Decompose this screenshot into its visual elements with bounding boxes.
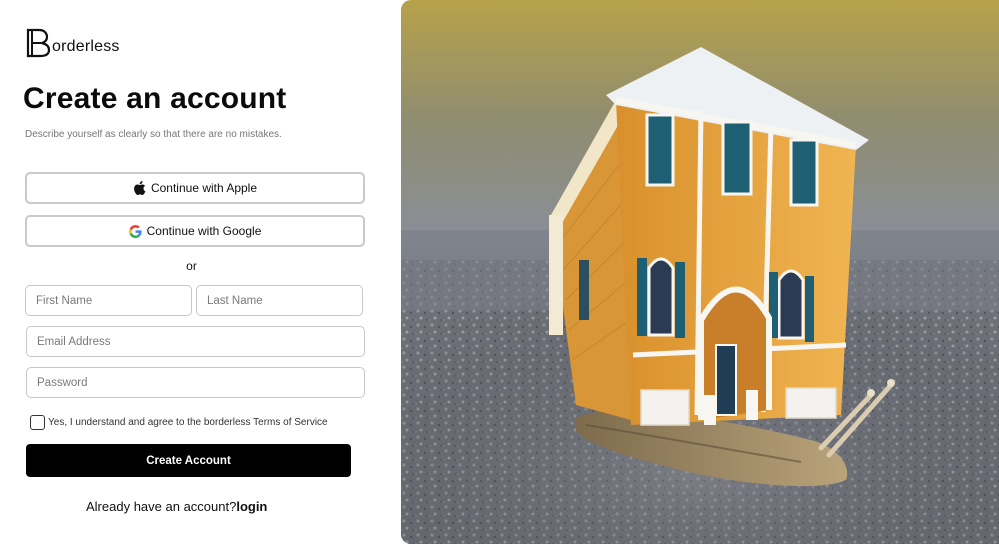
create-account-button[interactable]: Create Account bbox=[26, 444, 351, 477]
snail-house-illustration bbox=[401, 0, 999, 544]
continue-with-apple-button[interactable]: Continue with Apple bbox=[25, 172, 365, 204]
apple-icon bbox=[133, 181, 147, 195]
continue-with-google-button[interactable]: Continue with Google bbox=[25, 215, 365, 247]
brand-name: orderless bbox=[52, 38, 120, 55]
hero-image bbox=[401, 0, 999, 544]
or-divider: or bbox=[186, 259, 197, 273]
terms-checkbox[interactable] bbox=[30, 415, 45, 430]
email-input[interactable] bbox=[26, 326, 365, 357]
page-title: Create an account bbox=[23, 82, 287, 115]
logo-icon bbox=[26, 28, 51, 58]
terms-row: Yes, I understand and agree to the borde… bbox=[30, 415, 328, 430]
terms-label[interactable]: Yes, I understand and agree to the borde… bbox=[48, 417, 328, 428]
google-button-label: Continue with Google bbox=[146, 224, 262, 238]
last-name-input[interactable] bbox=[196, 285, 363, 316]
page-subtitle: Describe yourself as clearly so that the… bbox=[25, 129, 282, 140]
login-link[interactable]: login bbox=[236, 499, 267, 514]
signup-panel: orderless Create an account Describe you… bbox=[0, 0, 400, 544]
password-input[interactable] bbox=[26, 367, 365, 398]
brand-logo[interactable]: orderless bbox=[25, 28, 120, 58]
first-name-input[interactable] bbox=[25, 285, 192, 316]
login-prompt: Already have an account?login bbox=[86, 499, 267, 514]
login-prompt-text: Already have an account? bbox=[86, 499, 237, 514]
apple-button-label: Continue with Apple bbox=[150, 181, 258, 195]
google-icon bbox=[129, 224, 143, 238]
